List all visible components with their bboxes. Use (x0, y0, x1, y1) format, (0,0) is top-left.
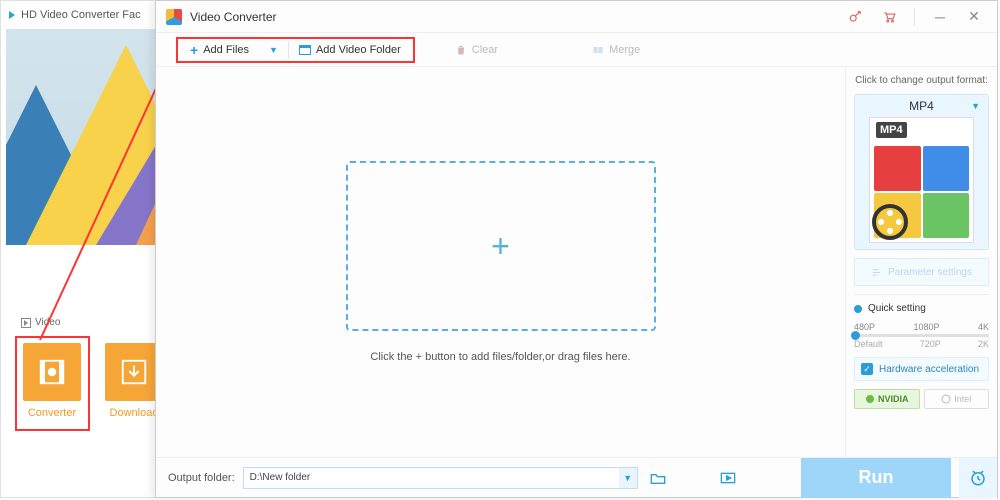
run-button[interactable]: Run (801, 458, 951, 498)
parameter-settings-button[interactable]: Parameter settings (854, 258, 989, 286)
app-logo-icon (166, 9, 182, 25)
hardware-acceleration-toggle[interactable]: ✓ Hardware acceleration (854, 357, 989, 381)
trash-icon (455, 44, 467, 56)
output-folder-label: Output folder: (168, 472, 235, 484)
close-button[interactable]: ✕ (961, 5, 987, 29)
output-format-selector[interactable]: MP4 ▼ MP4 (854, 94, 989, 250)
drop-zone[interactable]: + (346, 161, 656, 331)
video-section-text: Video (35, 317, 60, 328)
gpu-intel-chip[interactable]: Intel (924, 389, 990, 409)
res-720p: 720P (920, 339, 941, 349)
play-icon (21, 318, 31, 328)
bullet-icon (854, 305, 862, 313)
nvidia-icon (865, 394, 875, 404)
res-2k: 2K (978, 339, 989, 349)
film-folder-icon (720, 471, 736, 485)
format-thumbnail: MP4 (869, 117, 974, 243)
gpu-intel-label: Intel (954, 394, 971, 404)
main-toolbar: + Add Files ▼ Add Video Folder Clear (156, 33, 997, 67)
quick-setting-header: Quick setting (854, 303, 989, 314)
plus-icon: + (491, 228, 510, 265)
checkbox-checked-icon: ✓ (861, 363, 873, 375)
format-badge: MP4 (876, 122, 907, 138)
minimize-button[interactable]: ─ (927, 5, 953, 29)
bottom-bar: Output folder: ▼ Run (156, 457, 997, 497)
add-folder-label: Add Video Folder (316, 44, 401, 56)
video-converter-window: Video Converter ─ ✕ + Add Files ▼ (155, 0, 998, 498)
output-folder-input[interactable] (244, 472, 619, 483)
clear-label: Clear (472, 44, 498, 56)
clear-button: Clear (449, 41, 504, 59)
intel-icon (941, 394, 951, 404)
browse-folder-button[interactable] (646, 467, 670, 489)
drop-stage: + Click the + button to add files/folder… (156, 67, 845, 457)
add-files-button[interactable]: + Add Files ▼ (184, 39, 284, 61)
res-4k: 4K (978, 322, 989, 332)
chevron-down-icon[interactable]: ▼ (269, 45, 278, 55)
module-converter-label: Converter (28, 407, 76, 419)
merge-button: Merge (586, 41, 646, 59)
module-converter[interactable]: Converter (17, 343, 87, 419)
change-format-hint: Click to change output format: (854, 75, 989, 86)
slider-knob[interactable] (851, 331, 860, 340)
gpu-nvidia-label: NVIDIA (878, 394, 909, 404)
folder-icon (299, 45, 311, 55)
drop-hint-text: Click the + button to add files/folder,o… (370, 351, 630, 363)
cart-icon[interactable] (876, 5, 902, 29)
output-format-label: MP4 (909, 99, 934, 113)
window-title: Video Converter (190, 10, 277, 24)
register-icon[interactable] (842, 5, 868, 29)
film-reel-icon (872, 204, 908, 240)
background-title-text: HD Video Converter Fac (21, 9, 141, 21)
hardware-acceleration-label: Hardware acceleration (879, 364, 979, 375)
video-section-label: Video (21, 317, 60, 328)
output-sidebar: Click to change output format: MP4 ▼ MP4… (845, 67, 997, 457)
titlebar: Video Converter ─ ✕ (156, 1, 997, 33)
chevron-down-icon: ▼ (971, 101, 980, 111)
open-folder-icon (650, 471, 666, 485)
converter-icon (23, 343, 81, 401)
quick-setting-label: Quick setting (868, 303, 926, 314)
add-video-folder-button[interactable]: Add Video Folder (293, 41, 407, 59)
output-folder-field[interactable]: ▼ (243, 467, 638, 489)
schedule-button[interactable] (959, 458, 997, 498)
gpu-nvidia-chip[interactable]: NVIDIA (854, 389, 920, 409)
open-output-button[interactable] (716, 467, 740, 489)
merge-icon (592, 44, 604, 56)
alarm-clock-icon (969, 469, 987, 487)
res-1080p: 1080P (913, 322, 939, 332)
run-button-label: Run (859, 467, 894, 488)
annotation-toolbar-highlight: + Add Files ▼ Add Video Folder (176, 37, 415, 63)
plus-icon: + (190, 42, 198, 58)
module-downloader-label: Download (110, 407, 159, 419)
res-default: Default (854, 339, 883, 349)
output-folder-dropdown[interactable]: ▼ (619, 468, 637, 488)
add-files-label: Add Files (203, 44, 249, 56)
sliders-icon (871, 267, 882, 278)
app-logo-icon (9, 11, 15, 19)
parameter-settings-label: Parameter settings (888, 267, 972, 278)
resolution-slider[interactable]: 480P 1080P 4K Default 720P 2K (854, 322, 989, 349)
merge-label: Merge (609, 44, 640, 56)
